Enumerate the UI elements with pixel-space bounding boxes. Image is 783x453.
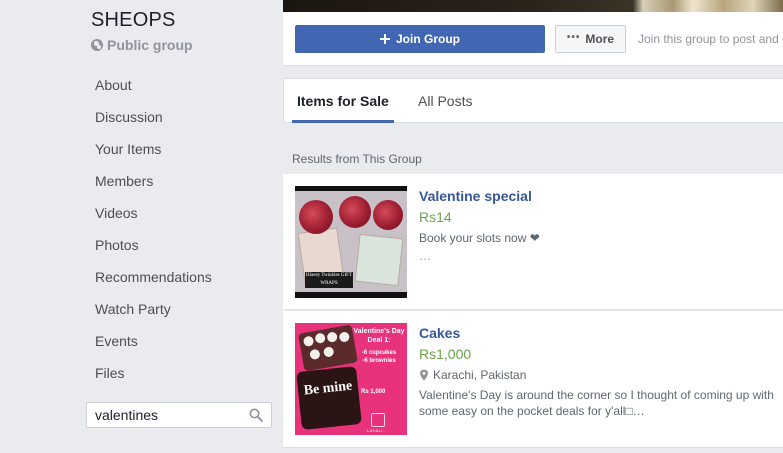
cupcake xyxy=(314,332,326,345)
rose-bouquet xyxy=(373,200,403,230)
sidebar-item-about[interactable]: About xyxy=(95,69,212,101)
listing-item[interactable]: Hlaeey Twinkles GIFT WRAPS Valentine spe… xyxy=(283,174,783,310)
listing-location-label: Karachi, Pakistan xyxy=(433,368,527,382)
cupcake xyxy=(322,346,335,358)
deal-line: -6 brownies xyxy=(362,358,396,364)
group-privacy-label: Public group xyxy=(107,37,193,53)
cupcake-box xyxy=(298,324,358,372)
sidebar-item-photos[interactable]: Photos xyxy=(95,229,212,261)
cupcake xyxy=(326,331,338,343)
listing-item[interactable]: Valentine's Day Deal 1: -6 cupcakes -6 b… xyxy=(283,311,783,448)
deal-line: -6 cupcakes xyxy=(361,350,397,356)
search-icon[interactable] xyxy=(249,408,263,422)
sidebar-item-members[interactable]: Members xyxy=(95,165,212,197)
left-sidebar: SHEOPS Public group About Discussion You… xyxy=(0,0,283,453)
listing-thumbnail[interactable]: Hlaeey Twinkles GIFT WRAPS xyxy=(295,186,407,298)
cupcake xyxy=(302,335,315,348)
sidebar-item-videos[interactable]: Videos xyxy=(95,197,212,229)
listing-location: Karachi, Pakistan xyxy=(419,368,526,382)
group-privacy: Public group xyxy=(91,37,193,53)
thumb-border xyxy=(295,292,407,298)
group-search-input[interactable] xyxy=(95,406,245,424)
group-name[interactable]: SHEOPS xyxy=(91,9,176,32)
sidebar-item-files[interactable]: Files xyxy=(95,357,212,389)
listing-title[interactable]: Valentine special xyxy=(419,188,532,204)
listing-description: Book your slots now ❤ xyxy=(419,231,540,245)
more-button[interactable]: ••• More xyxy=(555,25,626,53)
plus-icon xyxy=(380,34,390,44)
cupcake xyxy=(309,348,321,361)
content-tabs: Items for Sale All Posts xyxy=(283,78,783,123)
be-mine-box: Be mine xyxy=(296,366,362,430)
tab-items-for-sale[interactable]: Items for Sale xyxy=(292,79,394,123)
gift-wrap-brand-tag: Hlaeey Twinkles GIFT WRAPS xyxy=(305,272,353,288)
cupcake xyxy=(338,331,351,343)
listing-ellipsis: … xyxy=(419,249,431,263)
results-header: Results from This Group xyxy=(292,152,422,166)
cover-photo xyxy=(283,0,783,12)
deal-text: Valentine's Day Deal 1: -6 cupcakes -6 b… xyxy=(353,327,405,365)
join-hint-text: Join this group to post and c xyxy=(638,32,783,46)
deal-price: Rs 1,000 xyxy=(361,389,386,395)
tab-all-posts[interactable]: All Posts xyxy=(418,79,472,123)
bakery-logo-icon xyxy=(371,413,385,427)
sidebar-item-watch-party[interactable]: Watch Party xyxy=(95,293,212,325)
thumb-border xyxy=(295,186,407,191)
rose-bouquet xyxy=(299,200,333,234)
listing-description: Valentine's Day is around the corner so … xyxy=(419,388,774,418)
ellipsis-icon: ••• xyxy=(566,31,581,43)
deal-title: Valentine's Day Deal 1: xyxy=(353,328,405,344)
listing-price: Rs14 xyxy=(419,209,452,225)
sidebar-item-your-items[interactable]: Your Items xyxy=(95,133,212,165)
join-group-label: Join Group xyxy=(396,32,460,46)
sidebar-item-events[interactable]: Events xyxy=(95,325,212,357)
more-label: More xyxy=(585,32,615,46)
listing-title[interactable]: Cakes xyxy=(419,325,460,341)
group-search-box xyxy=(86,402,272,428)
sidebar-item-recommendations[interactable]: Recommendations xyxy=(95,261,212,293)
globe-icon xyxy=(91,39,103,51)
rose-bouquet xyxy=(339,196,371,228)
sidebar-nav: About Discussion Your Items Members Vide… xyxy=(95,69,212,389)
gift-card xyxy=(354,233,404,287)
sidebar-item-discussion[interactable]: Discussion xyxy=(95,101,212,133)
listing-price: Rs1,000 xyxy=(419,346,472,362)
group-action-bar: Join Group ••• More Join this group to p… xyxy=(283,12,783,66)
location-pin-icon xyxy=(420,369,428,381)
bakery-logo-text: LAYALI xyxy=(367,428,383,433)
join-group-button[interactable]: Join Group xyxy=(295,25,545,53)
listing-thumbnail[interactable]: Valentine's Day Deal 1: -6 cupcakes -6 b… xyxy=(295,323,407,435)
